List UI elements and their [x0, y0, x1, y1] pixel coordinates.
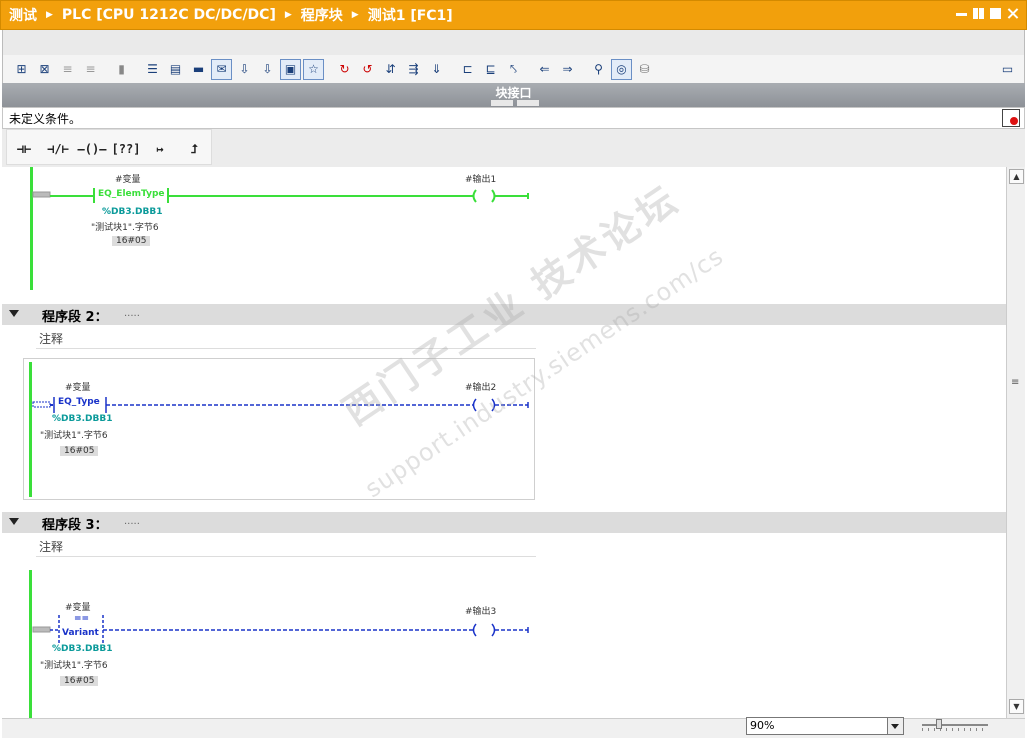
editor-band	[2, 30, 1025, 55]
splitter-grip[interactable]	[485, 100, 545, 107]
editor-toolbar: ⊞ ⊠ ≡ ≡ ▮ ☰ ▤ ▬ ✉ ⇩ ⇩ ▣ ☆ ↻ ↺ ⇵ ⇶ ⇓ ⊏ ⊑ …	[2, 55, 1025, 83]
network-1-coil-label[interactable]: #输出1	[465, 172, 496, 185]
network-3-operand[interactable]: %DB3.DBB1	[52, 644, 112, 654]
go-to-next-error-icon[interactable]: ↺	[357, 59, 378, 80]
network-3-header[interactable]: 程序段 3： .....	[2, 512, 1006, 533]
breadcrumb-block[interactable]: 测试1 [FC1]	[368, 5, 453, 25]
network-3-monitor-value: 16#05	[60, 676, 99, 686]
compare-left-icon[interactable]: ⇐	[534, 59, 555, 80]
insert-network-icon[interactable]: ⊞	[11, 59, 32, 80]
no-contact-button[interactable]: ⊣⊢	[7, 132, 41, 166]
monitoring-on-off-icon[interactable]: ◎	[611, 58, 632, 80]
comments-icon[interactable]: ✉	[211, 58, 232, 80]
chevron-down-icon[interactable]	[887, 718, 903, 734]
breadcrumb-plc[interactable]: PLC [CPU 1212C DC/DC/DC]	[62, 7, 276, 23]
close-all-networks-icon[interactable]: ▤	[165, 59, 186, 80]
ladder-element-bar: ⊣⊢ ⊣/⊢ –()– [??] ↦ ⮥	[2, 129, 1025, 167]
favorites-icon[interactable]: ▬	[188, 59, 209, 80]
favorites-star-icon[interactable]: ☆	[303, 58, 324, 80]
network-1-contact-label: #变量	[115, 175, 141, 185]
empty-box-button[interactable]: [??]	[109, 132, 143, 166]
breadcrumb-project[interactable]: 测试	[9, 5, 37, 25]
collapse-icon[interactable]	[9, 518, 19, 525]
breadcrumb-separator-icon: ▶	[284, 10, 292, 20]
zoom-slider[interactable]	[922, 719, 988, 731]
download-icon[interactable]: ⇓	[426, 59, 447, 80]
network-3-title-dots[interactable]: .....	[124, 516, 140, 527]
coil-button[interactable]: –()–	[75, 132, 109, 166]
network-2-title: 程序段 2：	[42, 310, 108, 325]
scroll-thumb-grip[interactable]: ≡	[1011, 377, 1019, 388]
cross-reference-icon[interactable]: ⚲	[588, 59, 609, 80]
nc-contact-button[interactable]: ⊣/⊢	[41, 132, 75, 166]
network-2-header[interactable]: 程序段 2： .....	[2, 304, 1006, 325]
network-1-symbol: "测试块1".字节6	[91, 223, 159, 233]
network-1-operand[interactable]: %DB3.DBB1	[102, 207, 162, 217]
watch-icon[interactable]: ⤣	[503, 59, 524, 80]
zoom-value: 90%	[750, 719, 775, 732]
vertical-scrollbar[interactable]: ▲ ≡ ▼	[1006, 167, 1025, 718]
condition-text: 未定义条件。	[9, 112, 82, 126]
block-interface-label: 块接口	[495, 86, 532, 100]
open-branch-button[interactable]: ↦	[143, 132, 177, 166]
network-3-compare-operator: ==	[74, 614, 90, 624]
window-buttons	[956, 8, 1018, 19]
reset-icon[interactable]: ▮	[111, 59, 132, 80]
delete-network-icon[interactable]: ⊠	[34, 59, 55, 80]
absolute-operands-icon[interactable]: ⇩	[234, 59, 255, 80]
window-title-bar: 测试 ▶ PLC [CPU 1212C DC/DC/DC] ▶ 程序块 ▶ 测试…	[0, 0, 1027, 30]
network-2-instruction[interactable]: EQ_Type	[58, 397, 100, 407]
minimize-icon[interactable]	[956, 8, 967, 16]
monitor-icon[interactable]: ⊏	[457, 59, 478, 80]
network-3-comment[interactable]: 注释	[36, 537, 536, 557]
layout-icon[interactable]: ▭	[997, 59, 1018, 80]
network-2-operand[interactable]: %DB3.DBB1	[52, 414, 112, 424]
ladder-editor[interactable]: #变量 EQ_ElemType %DB3.DBB1 "测试块1".字节6 16#…	[2, 167, 1006, 718]
network-1-instruction[interactable]: EQ_ElemType	[98, 189, 165, 199]
network-3-contact-label: #变量	[65, 603, 91, 613]
update-interface-icon[interactable]: ⇶	[403, 59, 424, 80]
condition-row: 未定义条件。	[2, 107, 1025, 129]
network-3-coil-label[interactable]: #输出3	[465, 604, 496, 617]
network-2-contact-label: #变量	[65, 383, 91, 393]
close-icon[interactable]	[1007, 8, 1018, 19]
tile-icon[interactable]	[973, 8, 984, 19]
compare-right-icon[interactable]: ⇒	[557, 59, 578, 80]
zoom-slider-knob[interactable]	[936, 719, 942, 729]
open-all-networks-icon[interactable]: ☰	[142, 59, 163, 80]
network-3-instruction[interactable]: Variant	[62, 628, 99, 638]
block-interface-bar[interactable]: 块接口	[2, 83, 1025, 107]
go-to-error-icon[interactable]: ↻	[334, 59, 355, 80]
update-block-calls-icon[interactable]: ⇵	[380, 59, 401, 80]
network-1-diagram	[32, 188, 529, 203]
ladder-element-group: ⊣⊢ ⊣/⊢ –()– [??] ↦ ⮥	[6, 129, 212, 165]
modify-icon[interactable]: ⊑	[480, 59, 501, 80]
network-2-coil-label[interactable]: #输出2	[465, 380, 496, 393]
network-1-monitor-value: 16#05	[112, 236, 151, 246]
condition-status-icon[interactable]	[1002, 109, 1020, 127]
symbol-info-icon[interactable]: ⇩	[257, 59, 278, 80]
network-2-comment[interactable]: 注释	[36, 329, 536, 349]
maximize-icon[interactable]	[990, 8, 1001, 19]
network-2-title-dots[interactable]: .....	[124, 308, 140, 319]
network-3-symbol: "测试块1".字节6	[40, 661, 108, 671]
network-2-monitor-value: 16#05	[60, 446, 99, 456]
network-view-icon[interactable]: ▣	[280, 58, 301, 80]
insert-row-icon[interactable]: ≡	[57, 59, 78, 80]
network-2-symbol: "测试块1".字节6	[40, 431, 108, 441]
network-3-title: 程序段 3：	[42, 518, 108, 533]
add-row-icon[interactable]: ≡	[80, 59, 101, 80]
breadcrumb-separator-icon: ▶	[351, 10, 359, 20]
breadcrumb-separator-icon: ▶	[46, 10, 53, 20]
close-branch-button[interactable]: ⮥	[177, 132, 211, 166]
database-icon[interactable]: ⛁	[634, 59, 655, 80]
scroll-down-icon[interactable]: ▼	[1009, 699, 1024, 714]
collapse-icon[interactable]	[9, 310, 19, 317]
scroll-up-icon[interactable]: ▲	[1009, 169, 1024, 184]
zoom-select[interactable]: 90%	[746, 717, 904, 735]
breadcrumb-program-blocks[interactable]: 程序块	[301, 5, 343, 25]
